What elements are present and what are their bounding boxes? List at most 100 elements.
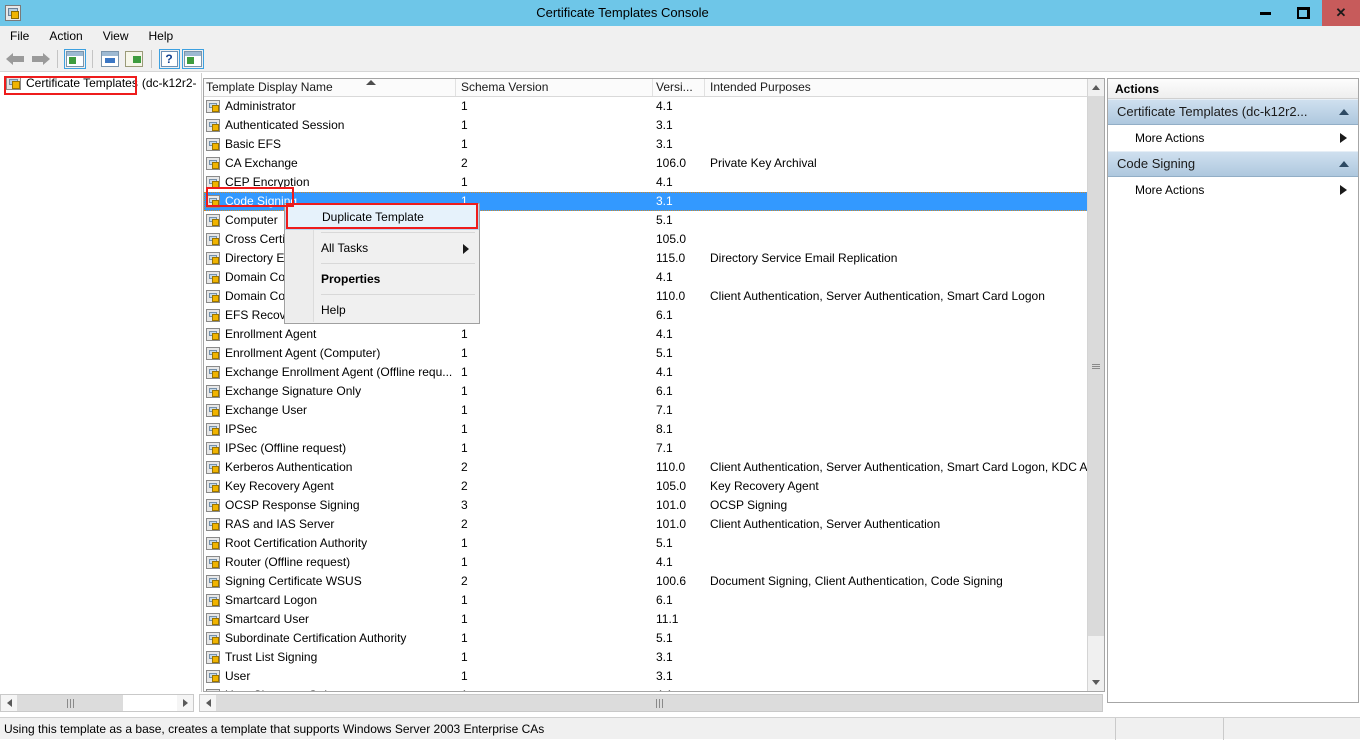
minimize-button[interactable] (1246, 0, 1284, 26)
scroll-up-button[interactable] (1088, 79, 1104, 96)
help-button[interactable]: ? (158, 48, 180, 70)
cell-schema-version: 1 (456, 173, 653, 192)
list-rows-container: Administrator14.1Authenticated Session13… (204, 97, 1104, 692)
table-row[interactable]: User Signature Only14.1 (204, 686, 1104, 692)
cell-text: User Signature Only (225, 686, 333, 692)
forward-button[interactable] (29, 48, 51, 70)
actions-item-more-actions-code-signing[interactable]: More Actions (1108, 177, 1358, 203)
cell-version: 3.1 (653, 135, 705, 154)
actions-item-more-actions-templates[interactable]: More Actions (1108, 125, 1358, 151)
scroll-down-button[interactable] (1088, 674, 1104, 691)
context-menu-item-duplicate-template[interactable]: Duplicate Template (285, 204, 479, 230)
table-row[interactable]: Exchange Signature Only16.1 (204, 382, 1104, 401)
statusbar-cell-1 (1115, 718, 1223, 740)
scroll-track[interactable] (17, 695, 177, 711)
cell-intended-purposes (705, 230, 1104, 249)
cell-intended-purposes (705, 306, 1104, 325)
table-row[interactable]: Router (Offline request)14.1 (204, 553, 1104, 572)
cell-text: CEP Encryption (225, 173, 310, 192)
certificate-template-icon (206, 290, 220, 303)
certificate-template-icon (206, 651, 220, 664)
properties-button[interactable] (99, 48, 121, 70)
table-row[interactable]: Exchange User17.1 (204, 401, 1104, 420)
cell-text: RAS and IAS Server (225, 515, 334, 534)
table-row[interactable]: Root Certification Authority15.1 (204, 534, 1104, 553)
table-row[interactable]: CA Exchange2106.0Private Key Archival (204, 154, 1104, 173)
cell-version: 4.1 (653, 97, 705, 116)
context-menu-item-all-tasks[interactable]: All Tasks (285, 235, 479, 261)
chevron-left-icon (7, 699, 12, 707)
cell-version: 110.0 (653, 287, 705, 306)
table-row[interactable]: OCSP Response Signing3101.0OCSP Signing (204, 496, 1104, 515)
statusbar-cell-2 (1223, 718, 1360, 740)
scrollbar-thumb[interactable] (216, 695, 1102, 711)
table-row[interactable]: RAS and IAS Server2101.0Client Authentic… (204, 515, 1104, 534)
scrollbar-thumb[interactable] (17, 695, 123, 711)
table-row[interactable]: Kerberos Authentication2110.0Client Auth… (204, 458, 1104, 477)
cell-version: 3.1 (653, 192, 705, 211)
table-row[interactable]: CEP Encryption14.1 (204, 173, 1104, 192)
scroll-right-button[interactable] (177, 695, 193, 711)
cell-text: Router (Offline request) (225, 553, 350, 572)
actions-group-label: Certificate Templates (dc-k12r2... (1117, 99, 1308, 125)
table-row[interactable]: Trust List Signing13.1 (204, 648, 1104, 667)
list-horizontal-scrollbar[interactable] (199, 694, 1103, 712)
window-properties-icon (101, 51, 119, 67)
sidebar-item-certificate-templates[interactable]: Certificate Templates (dc-k12r2- (0, 73, 201, 93)
table-row[interactable]: Subordinate Certification Authority15.1 (204, 629, 1104, 648)
table-row[interactable]: User13.1 (204, 667, 1104, 686)
column-header-schema-version[interactable]: Schema Version (456, 79, 653, 96)
certificate-template-icon (206, 575, 220, 588)
table-row[interactable]: Authenticated Session13.1 (204, 116, 1104, 135)
cell-template-display-name: Enrollment Agent (204, 325, 456, 344)
certificate-template-icon (206, 271, 220, 284)
certificate-template-icon (206, 252, 220, 265)
show-hide-action-pane-button[interactable] (182, 48, 204, 70)
maximize-button[interactable] (1284, 0, 1322, 26)
table-row[interactable]: Enrollment Agent14.1 (204, 325, 1104, 344)
cell-intended-purposes (705, 534, 1104, 553)
back-button[interactable] (5, 48, 27, 70)
scroll-track[interactable] (216, 695, 1102, 711)
certificate-template-icon (206, 100, 220, 113)
menu-file[interactable]: File (0, 26, 39, 46)
table-row[interactable]: Smartcard Logon16.1 (204, 591, 1104, 610)
column-header-version[interactable]: Versi... (653, 79, 705, 96)
scrollbar-thumb[interactable] (1088, 96, 1104, 636)
cell-template-display-name: Signing Certificate WSUS (204, 572, 456, 591)
context-menu-item-help[interactable]: Help (285, 297, 479, 323)
cell-version: 7.1 (653, 401, 705, 420)
chevron-down-icon (1092, 680, 1100, 685)
list-vertical-scrollbar[interactable] (1087, 79, 1104, 691)
table-row[interactable]: Administrator14.1 (204, 97, 1104, 116)
certificate-template-icon (206, 138, 220, 151)
table-row[interactable]: Signing Certificate WSUS2100.6Document S… (204, 572, 1104, 591)
context-menu-item-properties[interactable]: Properties (285, 266, 479, 292)
menu-view[interactable]: View (93, 26, 139, 46)
show-hide-console-tree-button[interactable] (64, 48, 86, 70)
table-row[interactable]: Enrollment Agent (Computer)15.1 (204, 344, 1104, 363)
table-row[interactable]: Basic EFS13.1 (204, 135, 1104, 154)
cell-version: 105.0 (653, 477, 705, 496)
scroll-left-button[interactable] (200, 695, 216, 711)
actions-group-certificate-templates[interactable]: Certificate Templates (dc-k12r2... (1108, 99, 1358, 125)
table-row[interactable]: Smartcard User111.1 (204, 610, 1104, 629)
close-button[interactable]: ✕ (1322, 0, 1360, 26)
cell-version: 8.1 (653, 420, 705, 439)
table-row[interactable]: IPSec18.1 (204, 420, 1104, 439)
export-list-button[interactable] (123, 48, 145, 70)
table-row[interactable]: IPSec (Offline request)17.1 (204, 439, 1104, 458)
scroll-left-button[interactable] (1, 695, 17, 711)
actions-group-code-signing[interactable]: Code Signing (1108, 151, 1358, 177)
menu-help[interactable]: Help (139, 26, 184, 46)
cell-template-display-name: RAS and IAS Server (204, 515, 456, 534)
column-header-intended-purposes[interactable]: Intended Purposes (705, 79, 1104, 96)
cell-version: 5.1 (653, 534, 705, 553)
tree-horizontal-scrollbar[interactable] (0, 694, 194, 712)
cell-schema-version: 1 (456, 116, 653, 135)
statusbar-message: Using this template as a base, creates a… (0, 722, 1115, 736)
table-row[interactable]: Key Recovery Agent2105.0Key Recovery Age… (204, 477, 1104, 496)
menu-action[interactable]: Action (39, 26, 92, 46)
column-header-template-display-name[interactable]: Template Display Name (204, 79, 456, 96)
table-row[interactable]: Exchange Enrollment Agent (Offline requ.… (204, 363, 1104, 382)
